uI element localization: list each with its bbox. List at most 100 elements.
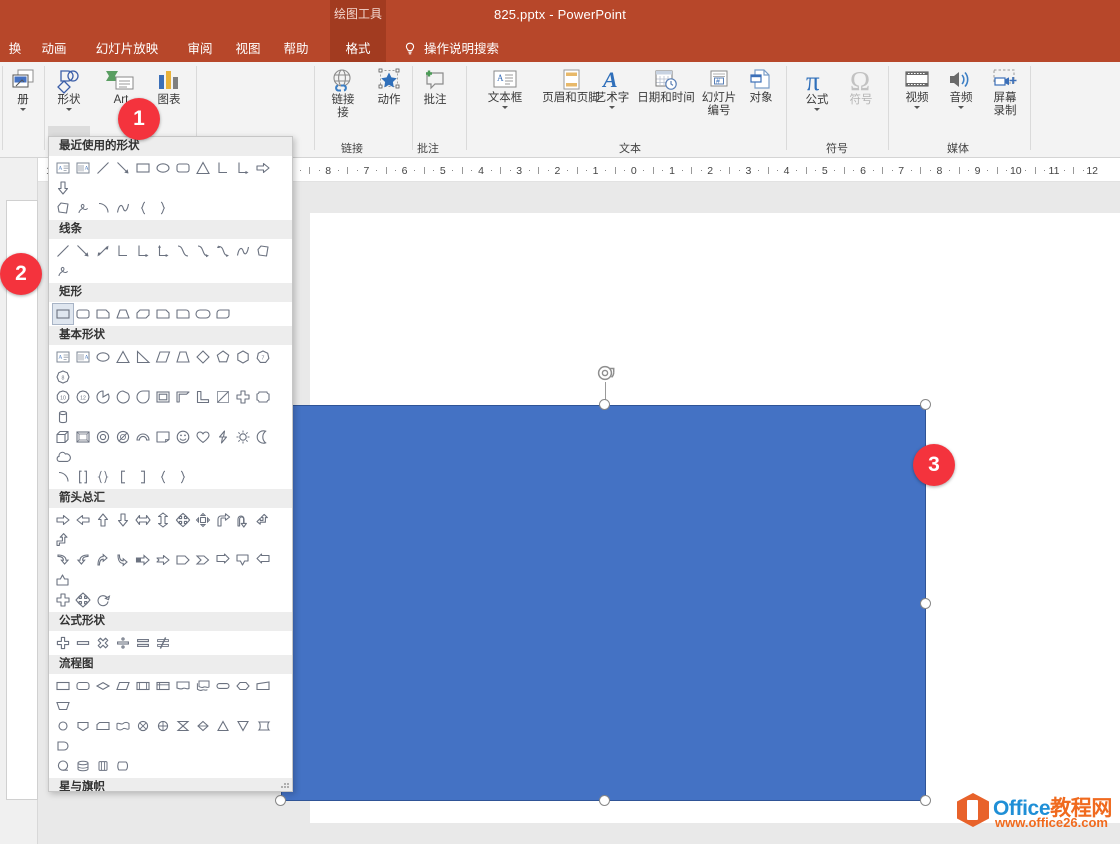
- wordart-button[interactable]: A 艺术字: [588, 68, 636, 109]
- symbol-button[interactable]: Ω 符号: [840, 66, 882, 107]
- shape-scribble[interactable]: [73, 198, 93, 218]
- shape-fc-sort[interactable]: [193, 716, 213, 736]
- shape-fc-delay[interactable]: [53, 736, 73, 756]
- handle-bottom-left[interactable]: [275, 795, 286, 806]
- shape-curved-left-arrow[interactable]: [73, 550, 93, 570]
- shape-bent-up-arrow[interactable]: [53, 530, 73, 550]
- shape-line-arrow[interactable]: [73, 241, 93, 261]
- shape-curved-arrow[interactable]: [193, 241, 213, 261]
- shape-textbox[interactable]: A: [53, 158, 73, 178]
- shape-left-brace[interactable]: [153, 467, 173, 487]
- chevron-down-icon[interactable]: [609, 106, 615, 109]
- selected-rectangle-shape[interactable]: [281, 405, 926, 801]
- shape-round-same-side[interactable]: [193, 304, 213, 324]
- shape-double-bracket[interactable]: [73, 467, 93, 487]
- shape-l-shape[interactable]: [193, 387, 213, 407]
- shape-down-arrow[interactable]: [53, 178, 73, 198]
- shape-curved-double-arrow[interactable]: [213, 241, 233, 261]
- shape-textbox[interactable]: A: [53, 347, 73, 367]
- shape-vertical-textbox[interactable]: A: [73, 158, 93, 178]
- shape-not-equal[interactable]: [153, 633, 173, 653]
- shape-elbow-connector[interactable]: [113, 241, 133, 261]
- shape-u-turn-arrow[interactable]: [233, 510, 253, 530]
- shape-fc-display[interactable]: [113, 756, 133, 776]
- video-button[interactable]: 视频: [896, 68, 938, 109]
- shape-curve[interactable]: [113, 198, 133, 218]
- shape-quad-arrow-callout[interactable]: [193, 510, 213, 530]
- shape-half-frame[interactable]: [173, 387, 193, 407]
- shape-elbow-connector[interactable]: [213, 158, 233, 178]
- shape-cloud[interactable]: [53, 447, 73, 467]
- tell-me-search[interactable]: 操作说明搜索: [424, 36, 499, 62]
- shape-notched-right-arrow[interactable]: [153, 550, 173, 570]
- shape-elbow-arrow-connector[interactable]: [233, 158, 253, 178]
- shape-circular-arrow[interactable]: [93, 590, 113, 610]
- shape-left-up-arrow[interactable]: [253, 510, 273, 530]
- shape-up-arrow-callout[interactable]: [53, 570, 73, 590]
- shape-curve[interactable]: [233, 241, 253, 261]
- shape-round-diagonal-corner[interactable]: [213, 304, 233, 324]
- shape-teardrop[interactable]: [133, 387, 153, 407]
- shape-chevron[interactable]: [193, 550, 213, 570]
- shape-fc-multidocument[interactable]: [193, 676, 213, 696]
- shape-trapezoid[interactable]: [173, 347, 193, 367]
- shape-right-brace[interactable]: [153, 198, 173, 218]
- chevron-down-icon[interactable]: [958, 106, 964, 109]
- shape-right-brace[interactable]: [173, 467, 193, 487]
- shape-curved-connector[interactable]: [173, 241, 193, 261]
- shape-fc-alternate-process[interactable]: [73, 676, 93, 696]
- shape-cross-arrow[interactable]: [53, 590, 73, 610]
- shape-smiley-face[interactable]: [173, 427, 193, 447]
- chevron-down-icon[interactable]: [66, 108, 72, 111]
- shape-pentagon-arrow[interactable]: [173, 550, 193, 570]
- shape-equal[interactable]: [133, 633, 153, 653]
- shape-cylinder[interactable]: [53, 407, 73, 427]
- shape-snip-and-round-corner[interactable]: [153, 304, 173, 324]
- tab-transitions[interactable]: 换: [0, 36, 30, 62]
- shape-heptagon[interactable]: 7: [253, 347, 273, 367]
- shape-fc-sequential-access[interactable]: [53, 756, 73, 776]
- shape-fc-off-page-connector[interactable]: [73, 716, 93, 736]
- shape-octagon[interactable]: 8: [53, 367, 73, 387]
- shape-line[interactable]: [53, 241, 73, 261]
- tab-view[interactable]: 视图: [226, 36, 270, 62]
- shape-fc-summing-junction[interactable]: [133, 716, 153, 736]
- shape-plus[interactable]: [53, 633, 73, 653]
- shape-folded-corner[interactable]: [153, 427, 173, 447]
- shape-left-brace[interactable]: [133, 198, 153, 218]
- screenshot-button[interactable]: 册: [4, 68, 42, 111]
- shape-down-arrow[interactable]: [113, 510, 133, 530]
- shape-heart[interactable]: [193, 427, 213, 447]
- shape-oval[interactable]: [93, 347, 113, 367]
- shape-double-brace[interactable]: [93, 467, 113, 487]
- textbox-button[interactable]: A 文本框: [480, 68, 530, 109]
- shape-plaque[interactable]: [253, 387, 273, 407]
- shape-diagonal-stripe[interactable]: [213, 387, 233, 407]
- shape-fc-punched-tape[interactable]: [113, 716, 133, 736]
- shape-fc-direct-access[interactable]: [93, 756, 113, 776]
- handle-middle-right[interactable]: [920, 598, 931, 609]
- shape-curved-right-arrow[interactable]: [53, 550, 73, 570]
- shape-scribble[interactable]: [53, 261, 73, 281]
- shape-bevel[interactable]: [73, 427, 93, 447]
- audio-button[interactable]: 音频: [940, 68, 982, 109]
- shape-freeform[interactable]: [253, 241, 273, 261]
- shape-block-arc[interactable]: [133, 427, 153, 447]
- shape-donut[interactable]: [93, 427, 113, 447]
- shape-multiply[interactable]: [93, 633, 113, 653]
- shape-left-arrow-callout[interactable]: [253, 550, 273, 570]
- shape-diamond[interactable]: [193, 347, 213, 367]
- handle-top-right[interactable]: [920, 399, 931, 410]
- shape-line[interactable]: [93, 158, 113, 178]
- handle-top-center[interactable]: [599, 399, 610, 410]
- shape-rounded-rectangle[interactable]: [73, 304, 93, 324]
- shape-fc-preparation[interactable]: [233, 676, 253, 696]
- shape-vertical-textbox[interactable]: A: [73, 347, 93, 367]
- shape-sun[interactable]: [233, 427, 253, 447]
- shape-right-triangle[interactable]: [133, 347, 153, 367]
- shape-fc-or[interactable]: [153, 716, 173, 736]
- shape-triangle[interactable]: [113, 347, 133, 367]
- chevron-down-icon[interactable]: [20, 108, 26, 111]
- chart-button[interactable]: 图表: [148, 68, 190, 107]
- object-button[interactable]: 对象: [740, 68, 782, 105]
